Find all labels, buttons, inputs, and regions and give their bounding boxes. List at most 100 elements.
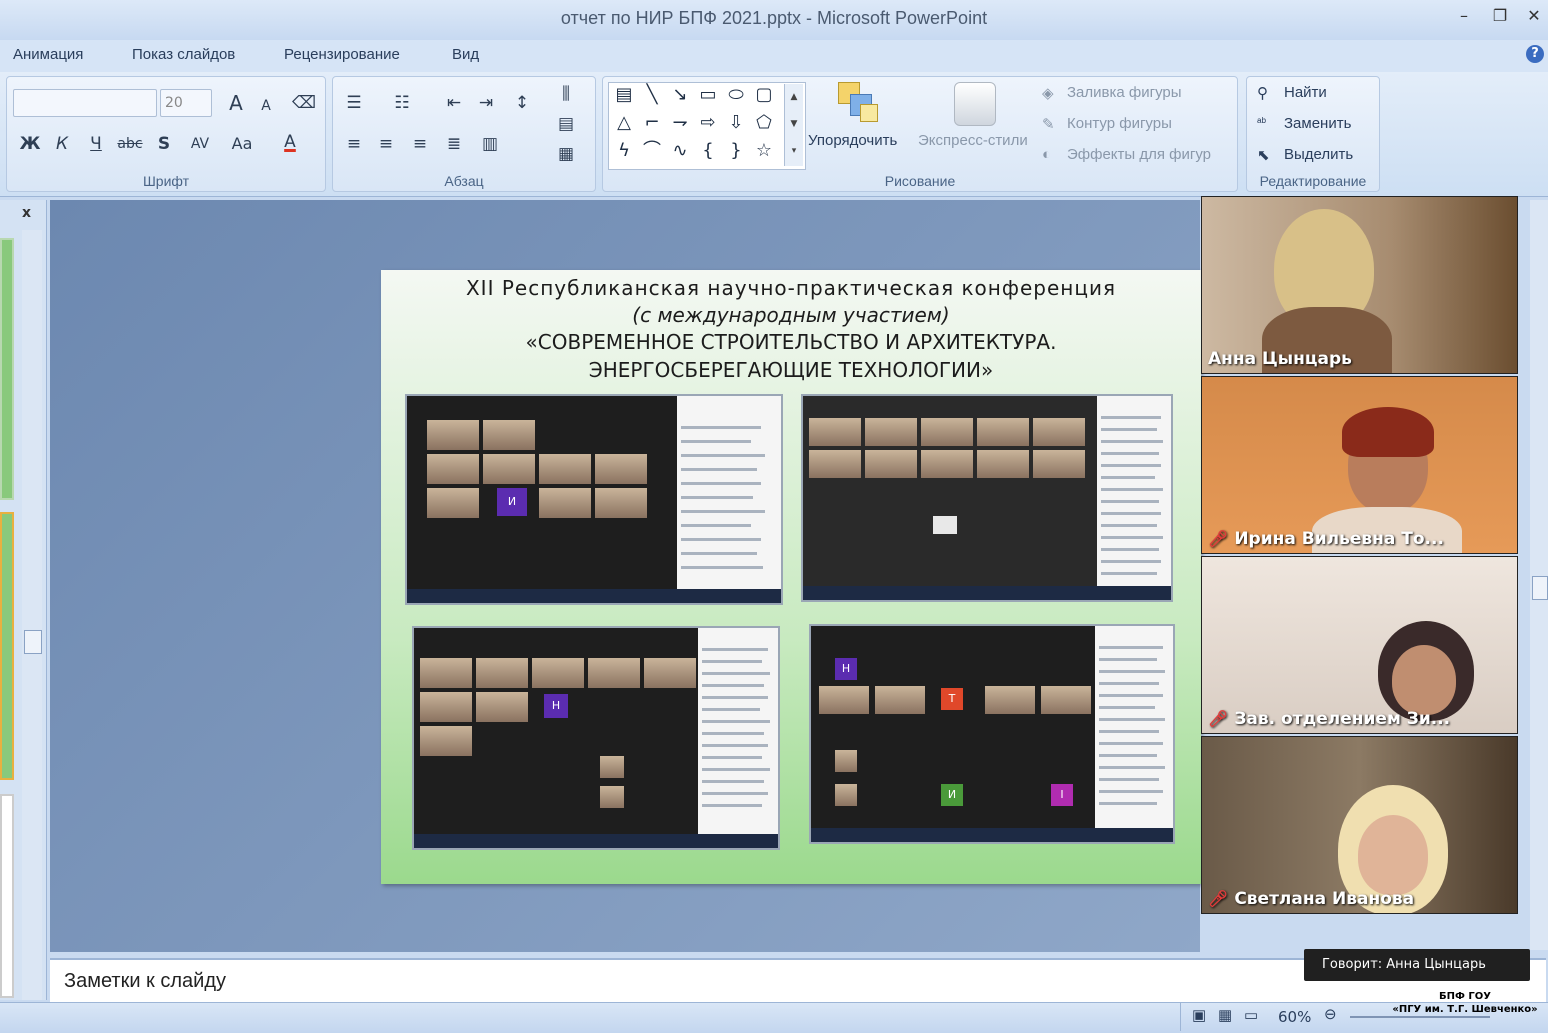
restore-button[interactable]: ❐ (1488, 6, 1512, 25)
slide-thumbnail[interactable] (0, 794, 14, 998)
font-color-button[interactable]: A (276, 128, 304, 156)
textbox-shape-icon[interactable]: ▤ (612, 84, 636, 106)
quick-styles-icon[interactable] (954, 82, 996, 126)
right-brace-shape-icon[interactable]: } (724, 140, 748, 162)
strikethrough-button[interactable]: abc (114, 130, 146, 158)
bold-button[interactable]: Ж (16, 130, 44, 158)
font-name-input[interactable] (13, 89, 157, 117)
smartart-icon[interactable]: ▦ (552, 140, 580, 168)
clear-format-icon[interactable]: ⌫ (290, 89, 318, 117)
video-tile-participant-3[interactable]: 🎤︎ Зав. отделением Зи... (1201, 556, 1518, 734)
elbow-arrow-shape-icon[interactable]: ⇁ (668, 112, 692, 134)
participant-name: 🎤︎ Зав. отделением Зи... (1208, 709, 1450, 729)
align-right-icon[interactable]: ≡ (406, 130, 434, 158)
font-group-label: Шрифт (142, 173, 190, 189)
arrange-icon[interactable] (838, 82, 882, 126)
video-tile-participant-4[interactable]: 🎤︎ Светлана Иванова (1201, 736, 1518, 914)
find-button[interactable]: Найти (1284, 84, 1327, 101)
text-direction-icon[interactable]: ⫼ (552, 80, 580, 108)
lightning-shape-icon[interactable]: ϟ (612, 140, 636, 162)
oval-shape-icon[interactable]: ⬭ (724, 84, 748, 106)
notes-placeholder[interactable]: Заметки к слайду (64, 970, 226, 993)
arrange-button[interactable]: Упорядочить (808, 132, 897, 149)
video-tile-participant-1[interactable]: Анна Цынцарь (1201, 196, 1518, 374)
replace-button[interactable]: Заменить (1284, 115, 1351, 132)
slide-scrollbar[interactable] (1530, 200, 1548, 950)
increase-indent-icon[interactable]: ⇥ (472, 89, 500, 117)
close-pane-icon[interactable]: x (22, 205, 31, 221)
triangle-shape-icon[interactable]: △ (612, 112, 636, 134)
muted-mic-icon: 🎤︎ (1208, 709, 1229, 728)
slide-thumbnail-selected[interactable] (0, 512, 14, 780)
status-bar (0, 1002, 1548, 1033)
numbering-icon[interactable]: ☷ (388, 89, 416, 117)
shape-outline-button[interactable]: Контур фигуры (1067, 115, 1172, 132)
shape-effects-button[interactable]: Эффекты для фигур (1067, 146, 1211, 163)
scroll-thumb[interactable] (24, 630, 42, 654)
conference-screenshot: Н (412, 626, 780, 850)
editing-group-label: Редактирование (1259, 173, 1367, 189)
active-speaker-banner: Говорит: Анна Цынцарь (1304, 949, 1530, 981)
right-arrow-shape-icon[interactable]: ⇨ (696, 112, 720, 134)
participant-name: Анна Цынцарь (1208, 349, 1352, 369)
avatar: И (941, 784, 963, 806)
rectangle-shape-icon[interactable]: ▭ (696, 84, 720, 106)
justify-icon[interactable]: ≣ (440, 130, 468, 158)
columns-icon[interactable]: ▥ (476, 130, 504, 158)
freeform-shape-icon[interactable]: ⬠ (752, 112, 776, 134)
quick-styles-button[interactable]: Экспресс-стили (918, 132, 1028, 149)
char-spacing-button[interactable]: AV (184, 130, 216, 158)
select-button[interactable]: Выделить (1284, 146, 1353, 163)
shape-outline-icon: ✎ (1042, 116, 1055, 133)
shrink-font-button[interactable]: A (252, 92, 280, 120)
slide-title-line2: (с международным участием) (632, 303, 950, 327)
participant-name-text: Зав. отделением Зи... (1234, 709, 1451, 729)
arc-shape-icon[interactable]: ⌒ (640, 140, 664, 162)
tab-review[interactable]: Рецензирование (284, 46, 400, 63)
arrow-line-shape-icon[interactable]: ↘ (668, 84, 692, 106)
slide-sorter-icon[interactable]: ▦ (1218, 1006, 1232, 1024)
minimize-button[interactable]: – (1452, 6, 1476, 25)
star-shape-icon[interactable]: ☆ (752, 140, 776, 162)
tab-animation[interactable]: Анимация (13, 46, 83, 63)
shadow-button[interactable]: S (150, 130, 178, 158)
select-cursor-icon: ⬉ (1257, 147, 1270, 164)
font-size-input[interactable]: 20 (160, 89, 212, 117)
left-brace-shape-icon[interactable]: { (696, 140, 720, 162)
shape-fill-button[interactable]: Заливка фигуры (1067, 84, 1182, 101)
zoom-slider[interactable] (1350, 1016, 1490, 1018)
zoom-level[interactable]: 60% (1278, 1008, 1311, 1026)
align-left-icon[interactable]: ≡ (340, 130, 368, 158)
current-slide[interactable]: XII Республиканская научно-практическая … (381, 270, 1201, 884)
help-icon[interactable]: ? (1526, 45, 1544, 63)
curve-shape-icon[interactable]: ∿ (668, 140, 692, 162)
tab-view[interactable]: Вид (452, 46, 479, 63)
align-text-icon[interactable]: ▤ (552, 110, 580, 138)
avatar: Н (544, 694, 568, 718)
down-arrow-shape-icon[interactable]: ⇩ (724, 112, 748, 134)
rounded-rect-shape-icon[interactable]: ▢ (752, 84, 776, 106)
change-case-button[interactable]: Aa (226, 130, 258, 158)
slideshow-view-icon[interactable]: ▭ (1244, 1006, 1258, 1024)
close-button[interactable]: ✕ (1522, 6, 1546, 25)
grow-font-button[interactable]: A (222, 89, 250, 117)
slide-thumbnail[interactable] (0, 238, 14, 500)
shapes-gallery-scroll[interactable]: ▲ ▼ ▾ (784, 84, 803, 166)
zoom-out-icon[interactable]: ⊖ (1324, 1005, 1337, 1023)
slides-pane-scrollbar[interactable] (22, 230, 42, 1000)
tab-slideshow[interactable]: Показ слайдов (132, 46, 235, 63)
elbow-connector-shape-icon[interactable]: ⌐ (640, 112, 664, 134)
video-tile-participant-2[interactable]: 🎤︎ Ирина Вильевна То... (1201, 376, 1518, 554)
underline-button[interactable]: Ч (82, 130, 110, 158)
bullets-icon[interactable]: ☰ (340, 89, 368, 117)
paragraph-group-label: Абзац (444, 173, 484, 189)
normal-view-icon[interactable]: ▣ (1192, 1006, 1206, 1024)
decrease-indent-icon[interactable]: ⇤ (440, 89, 468, 117)
slide-scroll-thumb[interactable] (1532, 576, 1548, 600)
align-center-icon[interactable]: ≡ (372, 130, 400, 158)
participant-name-text: Светлана Иванова (1234, 889, 1415, 909)
italic-button[interactable]: К (48, 130, 76, 158)
participant-video (1358, 815, 1428, 895)
line-spacing-icon[interactable]: ↕ (508, 89, 536, 117)
line-shape-icon[interactable]: ╲ (640, 84, 664, 106)
